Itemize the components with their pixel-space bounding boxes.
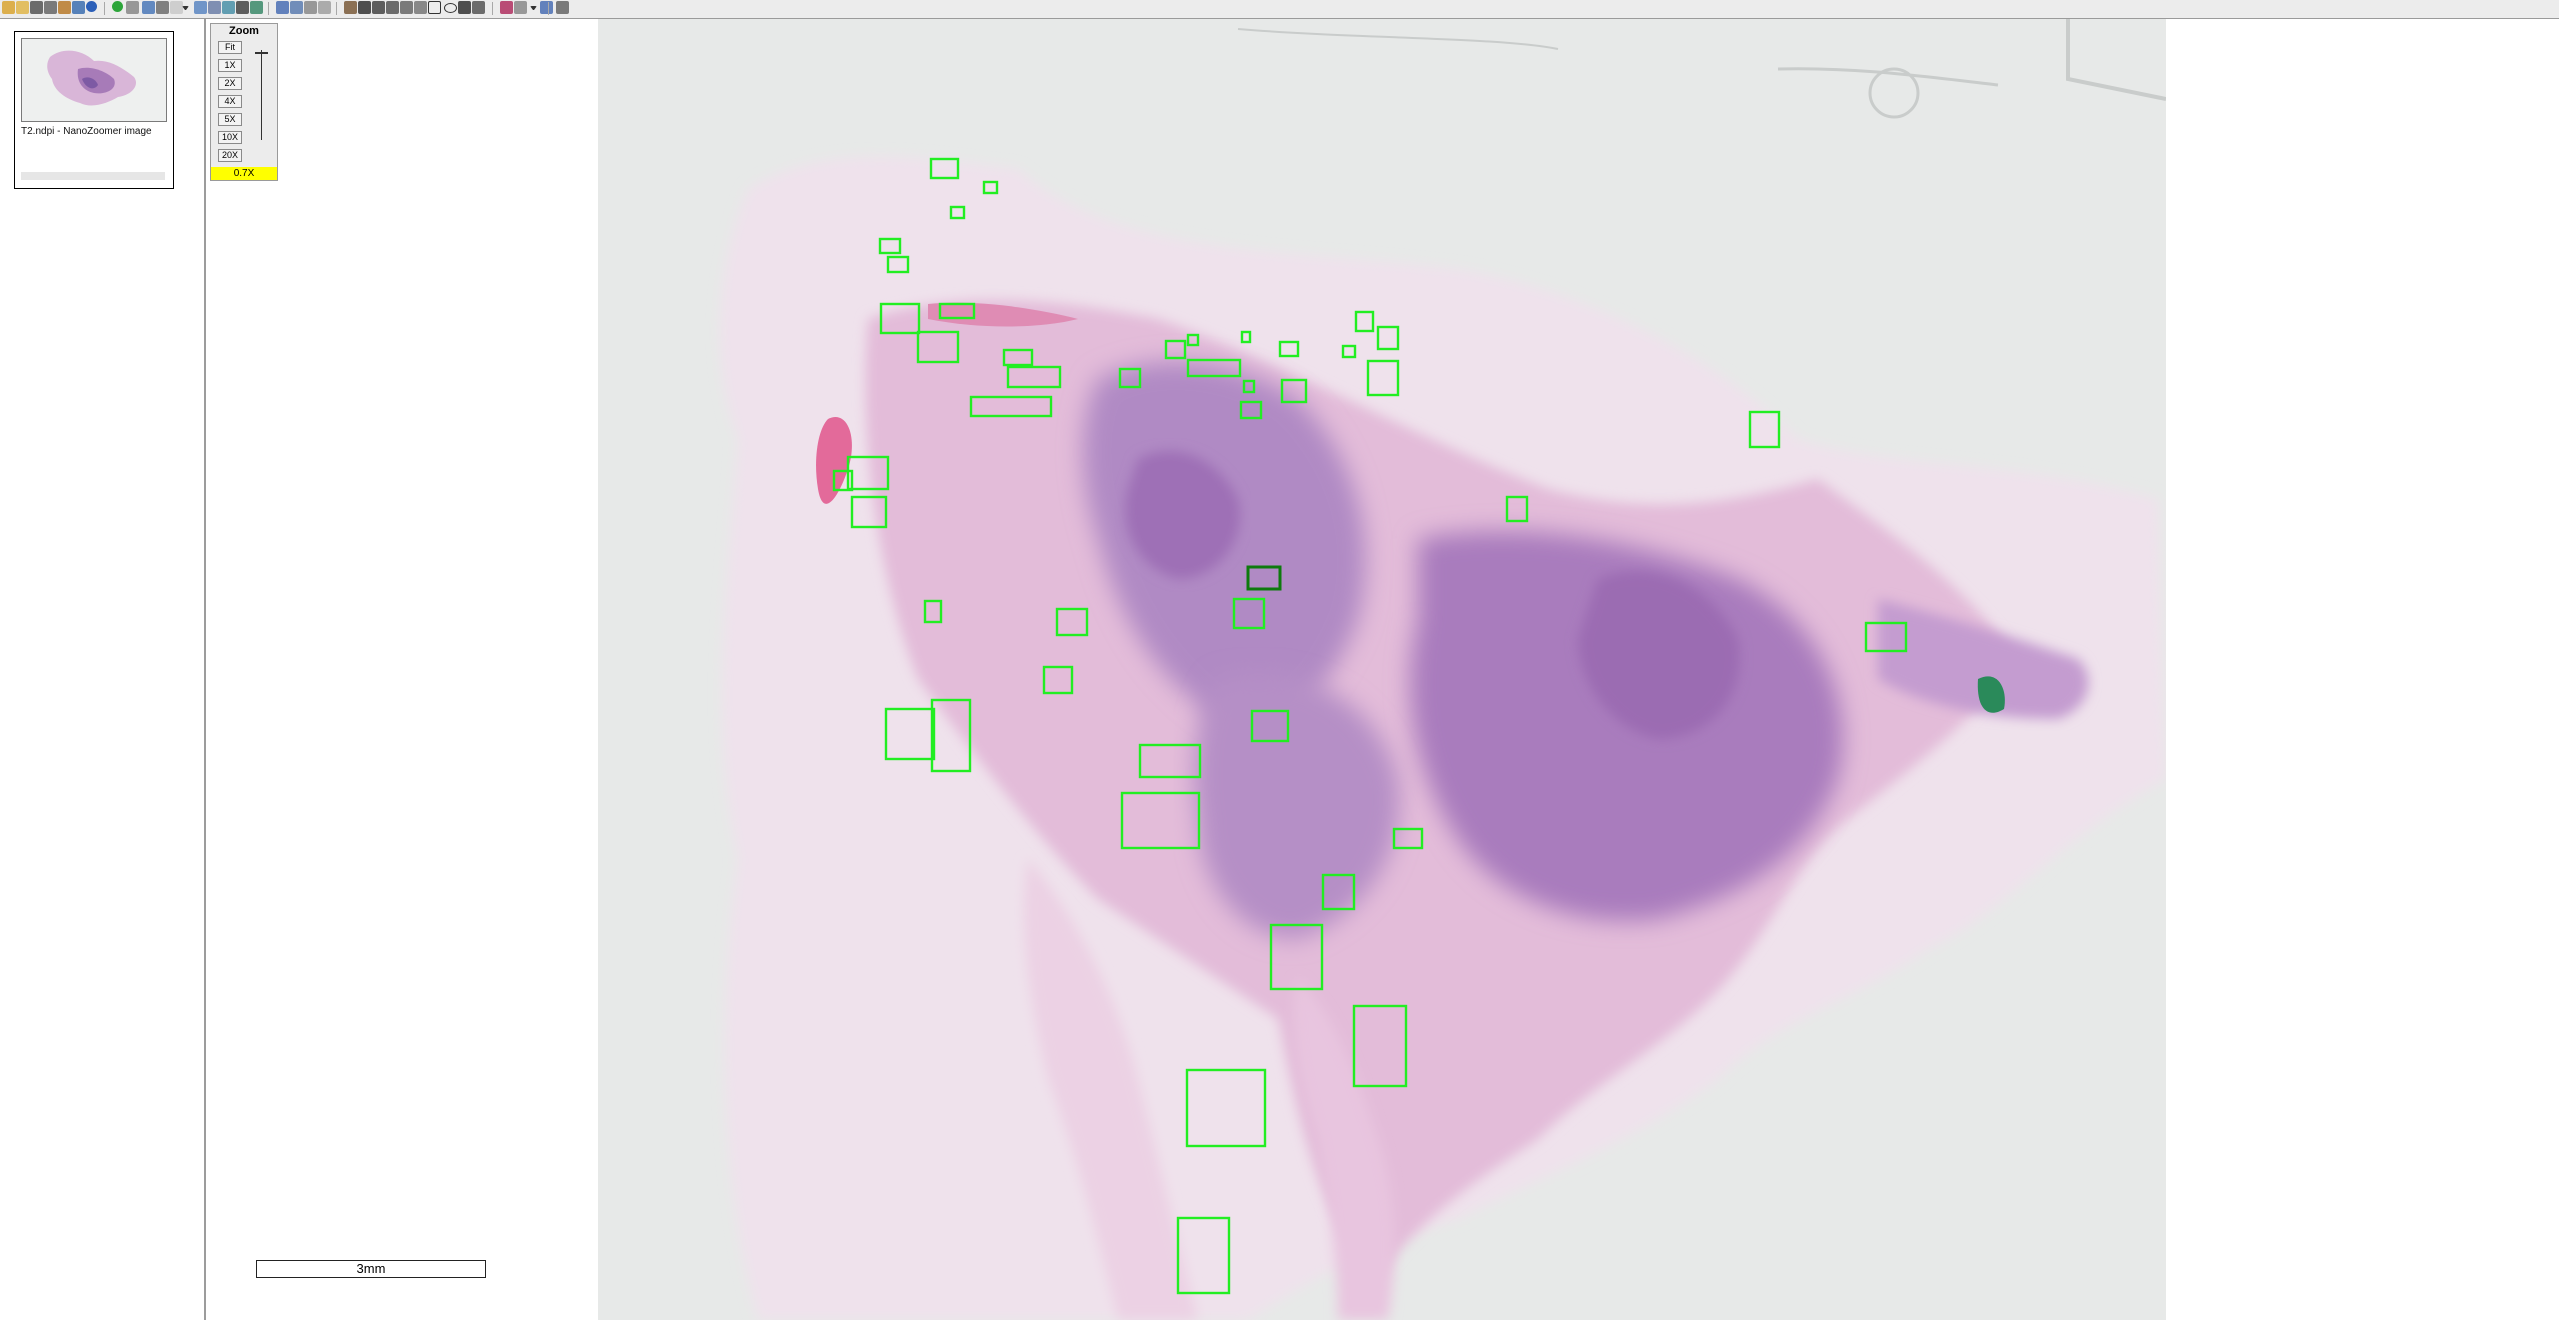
measure-icon[interactable] bbox=[400, 1, 413, 14]
color-icon[interactable] bbox=[500, 1, 513, 14]
toolbar-separator bbox=[336, 2, 337, 15]
zoom-4x-button[interactable]: 4X bbox=[218, 95, 242, 108]
pen-icon[interactable] bbox=[556, 1, 569, 14]
thumbnail-caption: T2.ndpi - NanoZoomer image bbox=[21, 126, 152, 137]
thumbnail-panel: T2.ndpi - NanoZoomer image bbox=[0, 19, 206, 1320]
copy-icon[interactable] bbox=[208, 1, 221, 14]
zoom-slider-handle[interactable] bbox=[255, 52, 268, 54]
ellipse-tool-icon[interactable] bbox=[444, 3, 457, 13]
dropdown-icon[interactable] bbox=[182, 6, 189, 10]
hand-pan-icon[interactable] bbox=[344, 1, 357, 14]
zoom-fit-button[interactable]: Fit bbox=[218, 41, 242, 54]
toolbar-separator bbox=[492, 2, 493, 15]
overview-icon[interactable] bbox=[250, 1, 263, 14]
folder-icon[interactable] bbox=[16, 1, 29, 14]
annotate-delete-icon[interactable] bbox=[318, 1, 331, 14]
zoom-title: Zoom bbox=[229, 25, 259, 37]
open-folder-icon[interactable] bbox=[2, 1, 15, 14]
zoom-panel: Zoom Fit 1X 2X 4X 5X 10X 20X 0.7X bbox=[210, 23, 278, 181]
pointer-icon[interactable] bbox=[358, 1, 371, 14]
help-icon[interactable] bbox=[540, 1, 553, 14]
brightness-icon[interactable] bbox=[514, 1, 527, 14]
toolbar-separator bbox=[104, 2, 105, 15]
settings-icon[interactable] bbox=[126, 1, 139, 14]
annotation-table-icon[interactable] bbox=[472, 1, 485, 14]
panel-divider[interactable] bbox=[204, 19, 206, 1320]
zoom-20x-button[interactable]: 20X bbox=[218, 149, 242, 162]
frame-icon[interactable] bbox=[194, 1, 207, 14]
rectangle-tool-icon[interactable] bbox=[428, 1, 441, 14]
zoom-level-indicator: 0.7X bbox=[211, 167, 277, 180]
arrow-tool-icon[interactable] bbox=[458, 1, 471, 14]
zoom-2x-button[interactable]: 2X bbox=[218, 77, 242, 90]
magnifier-icon[interactable] bbox=[236, 1, 249, 14]
print-icon[interactable] bbox=[44, 1, 57, 14]
zoom-5x-button[interactable]: 5X bbox=[218, 113, 242, 126]
slide-viewer[interactable] bbox=[598, 19, 2166, 1320]
ruler-icon[interactable] bbox=[414, 1, 427, 14]
go-icon[interactable] bbox=[112, 1, 123, 12]
scale-bar: 3mm bbox=[256, 1260, 486, 1278]
thumbnail-status-bar bbox=[21, 172, 165, 180]
zoom-slider-track[interactable] bbox=[261, 50, 262, 140]
dropdown-icon[interactable] bbox=[530, 6, 537, 10]
export-icon[interactable] bbox=[222, 1, 235, 14]
toolbar-separator bbox=[548, 2, 549, 15]
annotate-list-icon[interactable] bbox=[290, 1, 303, 14]
pin-icon[interactable] bbox=[386, 1, 399, 14]
snapshot-icon[interactable] bbox=[372, 1, 385, 14]
layout-icon[interactable] bbox=[142, 1, 155, 14]
tree-icon[interactable] bbox=[72, 1, 85, 14]
info-icon[interactable] bbox=[86, 1, 97, 12]
zoom-1x-button[interactable]: 1X bbox=[218, 59, 242, 72]
zoom-10x-button[interactable]: 10X bbox=[218, 131, 242, 144]
slide-thumbnail[interactable] bbox=[21, 38, 167, 122]
toolbar-separator bbox=[268, 2, 269, 15]
slide-thumbnail-card[interactable]: T2.ndpi - NanoZoomer image bbox=[14, 31, 174, 189]
share-icon[interactable] bbox=[156, 1, 169, 14]
annotate-edit-icon[interactable] bbox=[304, 1, 317, 14]
slide-image bbox=[719, 19, 2166, 1320]
annotate-icon[interactable] bbox=[276, 1, 289, 14]
camera-icon[interactable] bbox=[30, 1, 43, 14]
main-toolbar bbox=[0, 0, 2559, 19]
slide-thumbnail-image bbox=[22, 39, 166, 121]
tools-icon[interactable] bbox=[58, 1, 71, 14]
